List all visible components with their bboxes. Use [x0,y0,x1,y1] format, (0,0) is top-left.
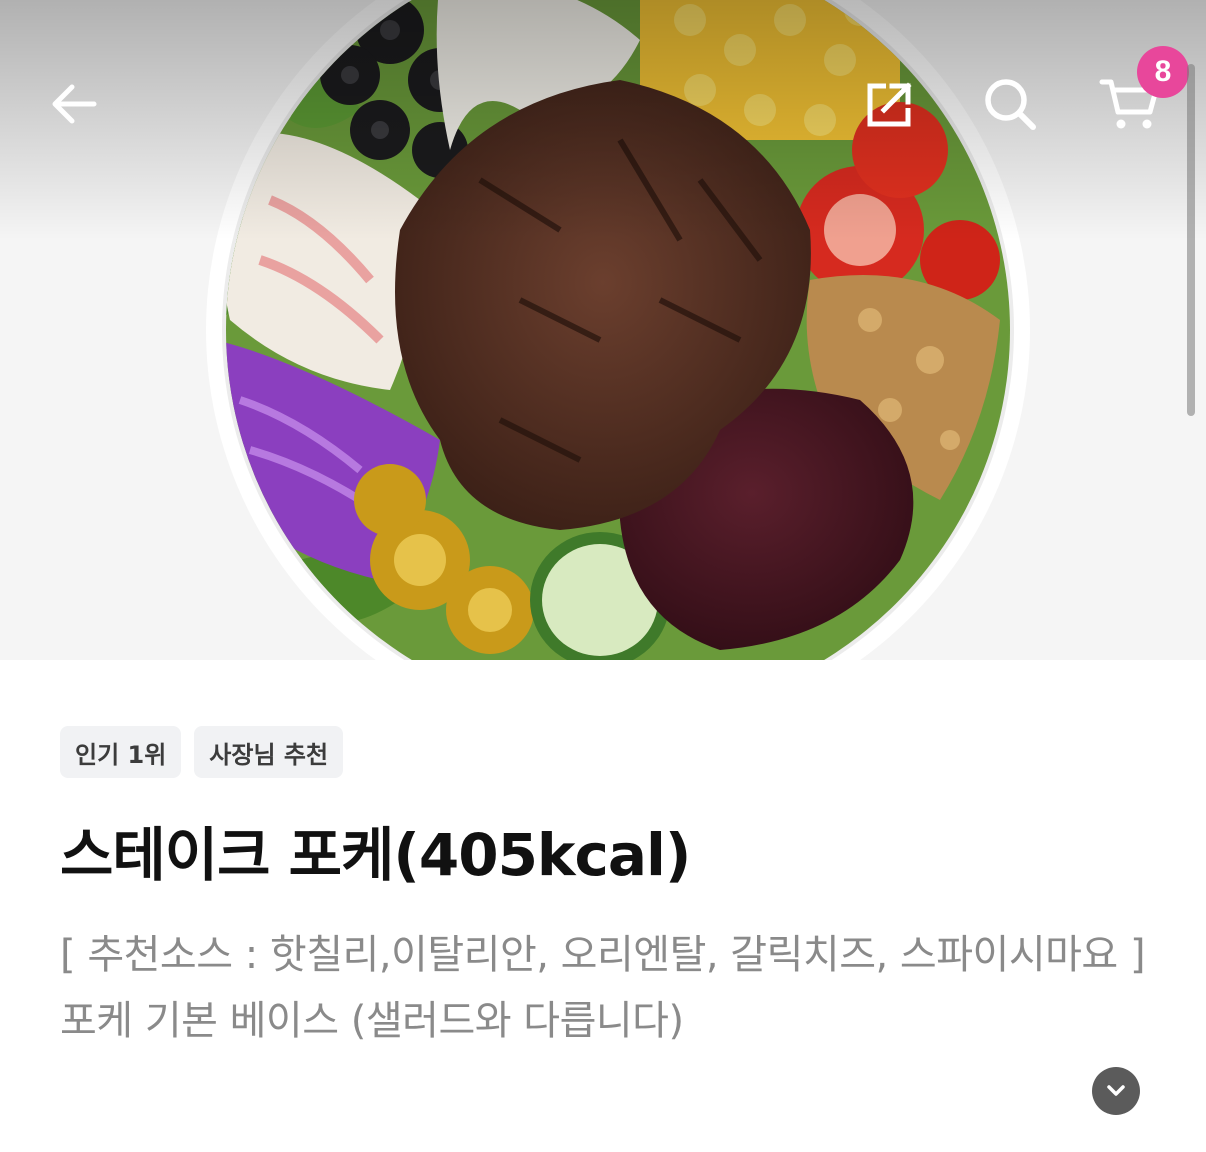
scrollbar[interactable] [1187,64,1195,416]
back-button[interactable] [34,64,114,144]
product-description: [ 추천소스 : 핫칠리,이탈리안, 오리엔탈, 갈릭치즈, 스파이시마요 ] … [60,922,1150,1054]
share-icon [867,82,912,127]
search-icon [985,79,1036,130]
product-title: 스테이크 포케(405kcal) [60,821,691,889]
product-tags: 인기 1위 사장님 추천 [60,726,344,778]
base-note-text: 포케 기본 베이스 (샐러드와 다릅니다) [60,998,684,1044]
share-button[interactable] [850,64,930,144]
tag-owner-recommend: 사장님 추천 [194,726,344,778]
arrow-left-icon [52,84,97,124]
tag-popular: 인기 1위 [60,726,182,778]
expand-description-button[interactable] [1092,1067,1140,1115]
cart-count-badge: 8 [1137,46,1189,98]
recommended-sauce-text: [ 추천소스 : 핫칠리,이탈리안, 오리엔탈, 갈릭치즈, 스파이시마요 ] [60,932,1146,978]
chevron-down-icon [1107,1085,1125,1096]
search-button[interactable] [970,64,1050,144]
